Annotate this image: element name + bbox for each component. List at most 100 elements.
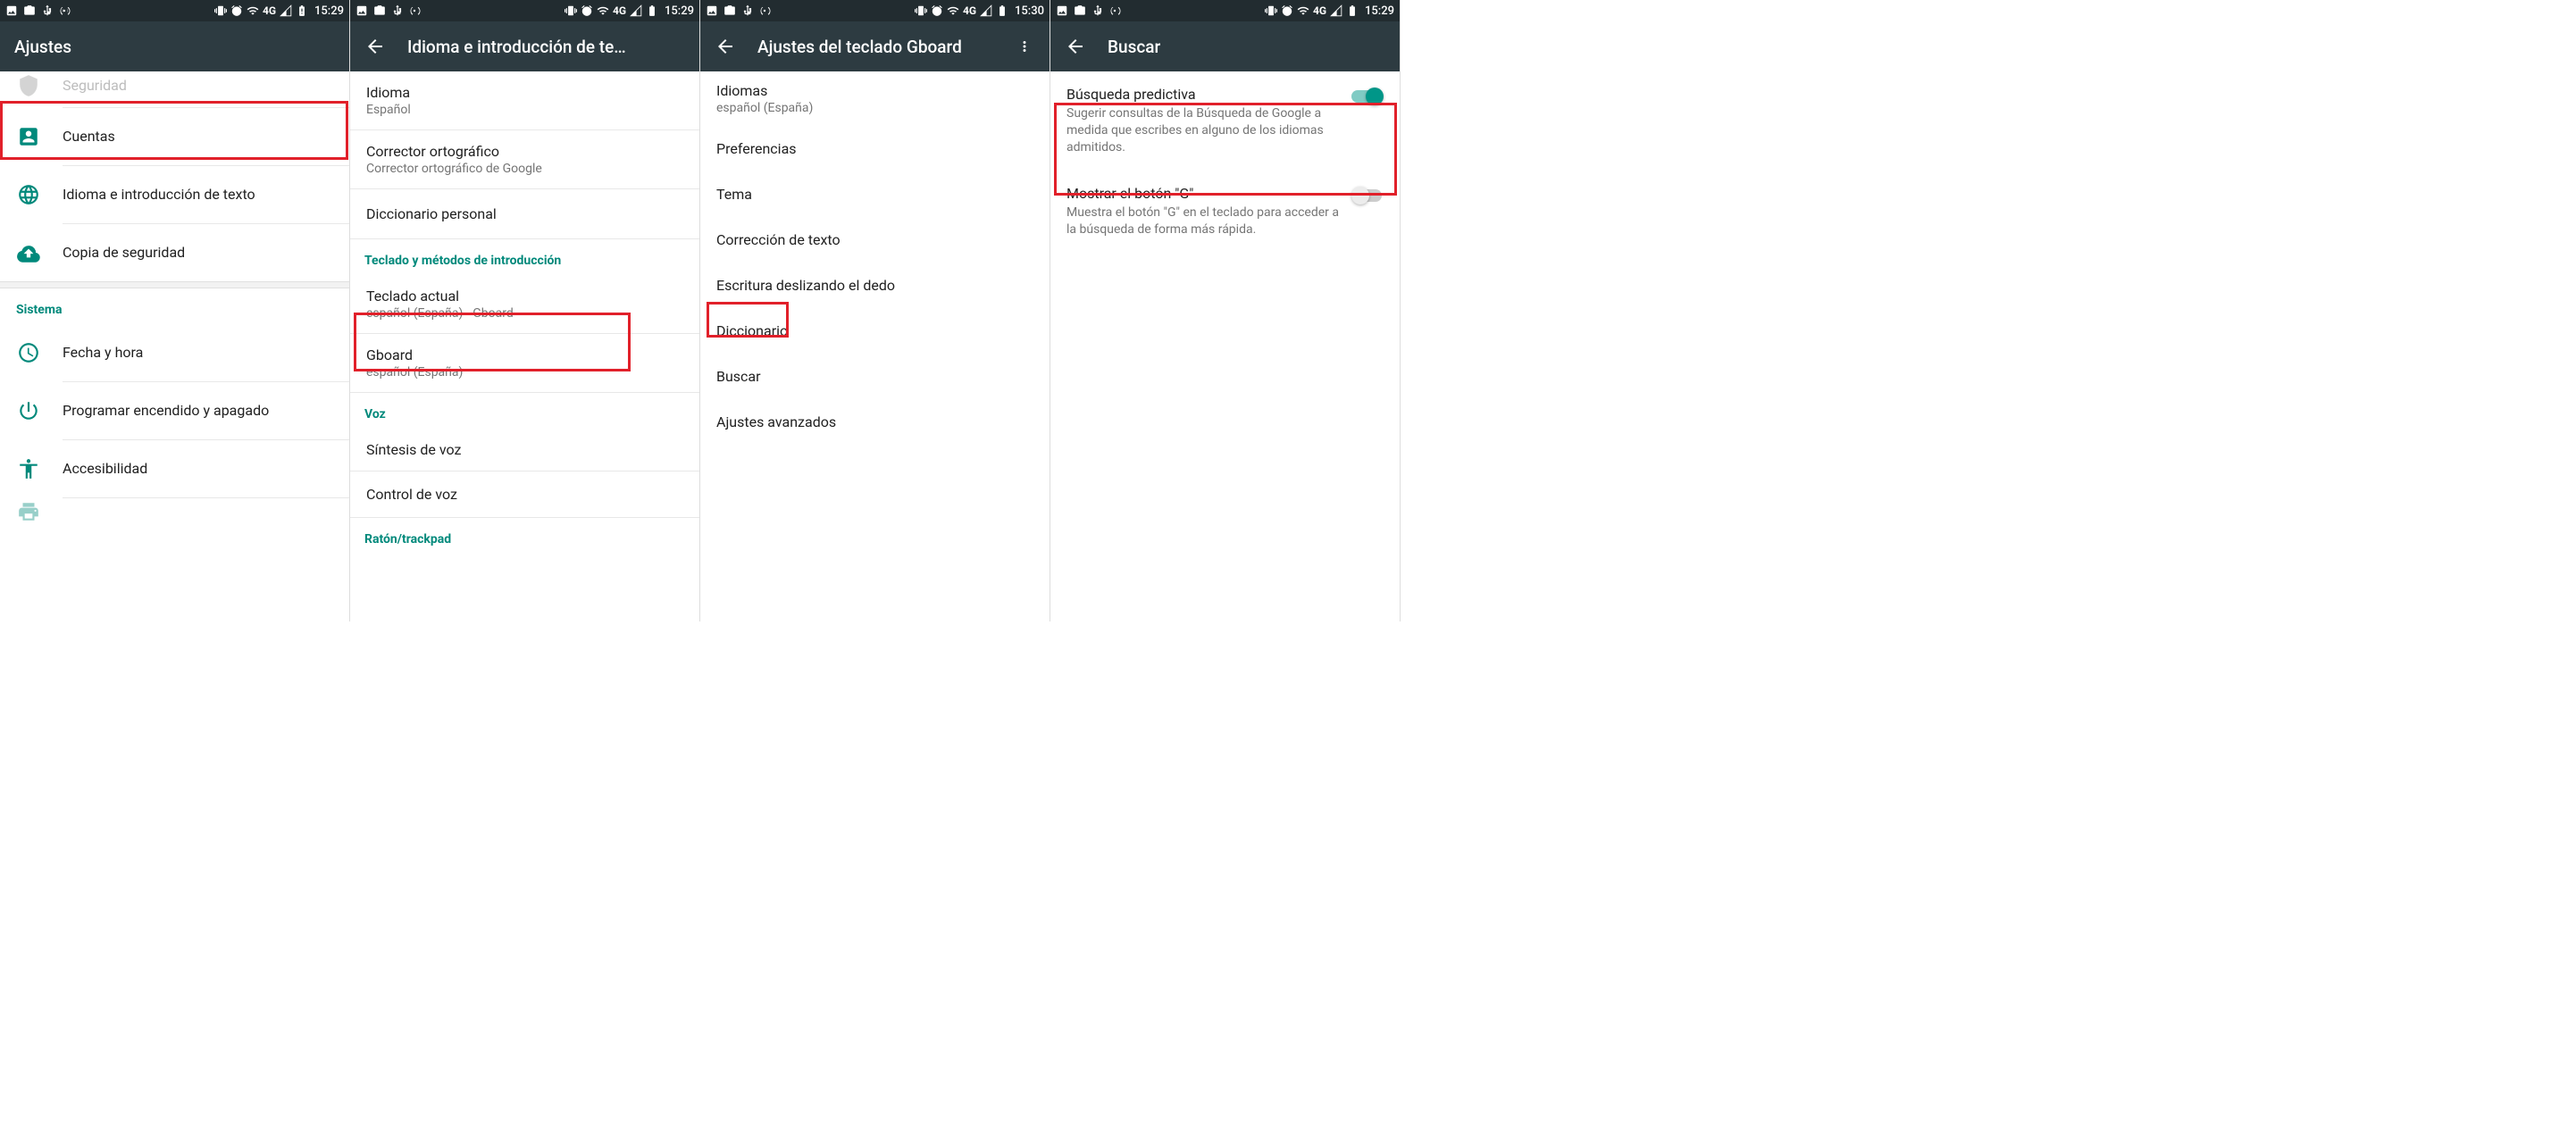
app-bar: Ajustes del teclado Gboard xyxy=(700,21,1050,71)
signal-icon xyxy=(630,4,642,17)
usb-icon xyxy=(741,4,754,17)
network-label: 4G xyxy=(613,4,626,17)
signal-icon xyxy=(1330,4,1342,17)
item-sub: Muestra el botón "G" en el teclado para … xyxy=(1066,204,1341,238)
item-fecha[interactable]: Fecha y hora xyxy=(0,324,349,381)
item-escritura[interactable]: Escritura deslizando el dedo xyxy=(700,263,1050,308)
item-title: Control de voz xyxy=(366,486,683,503)
item-teclado-actual[interactable]: Teclado actual español (España) - Gboard xyxy=(350,275,699,333)
usb-icon xyxy=(41,4,54,17)
item-copia[interactable]: Copia de seguridad xyxy=(0,224,349,281)
tethering-icon xyxy=(759,4,772,17)
item-sub: Sugerir consultas de la Búsqueda de Goog… xyxy=(1066,105,1341,156)
wifi-icon xyxy=(597,4,609,17)
image-icon xyxy=(706,4,718,17)
signal-icon xyxy=(980,4,992,17)
item-seguridad[interactable]: Seguridad xyxy=(0,71,349,107)
usb-icon xyxy=(391,4,404,17)
item-title: Diccionario personal xyxy=(366,205,683,222)
item-title: Idioma xyxy=(366,84,683,101)
alarm-icon xyxy=(1281,4,1293,17)
account-icon xyxy=(16,124,41,149)
back-button[interactable] xyxy=(364,36,386,57)
camera-icon xyxy=(373,4,386,17)
item-idiomas[interactable]: Idiomas español (España) xyxy=(700,71,1050,126)
item-gboard[interactable]: Gboard español (España) xyxy=(350,334,699,392)
item-predictiva[interactable]: Búsqueda predictiva Sugerir consultas de… xyxy=(1050,71,1400,171)
page-title: Idioma e introducción de te… xyxy=(407,37,685,57)
vibrate-icon xyxy=(565,4,577,17)
alarm-icon xyxy=(931,4,943,17)
battery-icon xyxy=(1346,4,1359,17)
item-sintesis[interactable]: Síntesis de voz xyxy=(350,429,699,471)
item-buscar[interactable]: Buscar xyxy=(700,354,1050,399)
item-label: Seguridad xyxy=(63,77,335,96)
item-label: Programar encendido y apagado xyxy=(63,402,335,421)
item-accesibilidad[interactable]: Accesibilidad xyxy=(0,440,349,497)
network-label: 4G xyxy=(963,4,976,17)
vibrate-icon xyxy=(1265,4,1277,17)
switch-mostrar-g[interactable] xyxy=(1351,187,1384,204)
item-sub: Español xyxy=(366,103,683,117)
item-sub: Corrector ortográfico de Google xyxy=(366,162,683,176)
item-label: Idioma e introducción de texto xyxy=(63,186,335,204)
back-button[interactable] xyxy=(715,36,736,57)
usb-icon xyxy=(1091,4,1104,17)
section-sistema: Sistema xyxy=(0,288,349,324)
screen-buscar: 4G 15:29 Buscar Búsqueda predictiva Suge… xyxy=(1050,0,1401,622)
screen-idioma: 4G 15:29 Idioma e introducción de te… Id… xyxy=(350,0,700,622)
item-idioma[interactable]: Idioma e introducción de texto xyxy=(0,166,349,223)
item-title: Mostrar el botón "G" xyxy=(1066,185,1341,202)
section-raton: Ratón/trackpad xyxy=(350,518,699,554)
screen-ajustes: 4G 15:29 Ajustes Seguridad Cuentas Idiom… xyxy=(0,0,350,622)
item-tema[interactable]: Tema xyxy=(700,171,1050,217)
alarm-icon xyxy=(581,4,593,17)
item-label: Fecha y hora xyxy=(63,344,335,363)
status-time: 15:30 xyxy=(1015,4,1044,18)
camera-icon xyxy=(1074,4,1086,17)
item-preferencias[interactable]: Preferencias xyxy=(700,126,1050,171)
vibrate-icon xyxy=(915,4,927,17)
battery-icon xyxy=(996,4,1008,17)
image-icon xyxy=(355,4,368,17)
power-icon xyxy=(16,398,41,423)
item-title: Teclado actual xyxy=(366,288,683,305)
item-control[interactable]: Control de voz xyxy=(350,471,699,517)
image-icon xyxy=(1056,4,1068,17)
signal-icon xyxy=(280,4,292,17)
camera-icon xyxy=(23,4,36,17)
app-bar: Idioma e introducción de te… xyxy=(350,21,699,71)
battery-icon xyxy=(296,4,308,17)
switch-predictiva[interactable] xyxy=(1351,88,1384,105)
item-programar[interactable]: Programar encendido y apagado xyxy=(0,382,349,439)
tethering-icon xyxy=(59,4,71,17)
print-icon xyxy=(16,499,41,524)
battery-icon xyxy=(646,4,658,17)
item-cut[interactable] xyxy=(0,498,349,525)
item-avanzados[interactable]: Ajustes avanzados xyxy=(700,399,1050,445)
page-title: Ajustes xyxy=(14,37,335,57)
item-diccionario[interactable]: Diccionario xyxy=(700,308,1050,354)
item-cuentas[interactable]: Cuentas xyxy=(0,108,349,165)
item-corrector[interactable]: Corrector ortográfico Corrector ortográf… xyxy=(350,130,699,188)
item-diccionario[interactable]: Diccionario personal xyxy=(350,189,699,238)
alarm-icon xyxy=(230,4,243,17)
vibrate-icon xyxy=(214,4,227,17)
image-icon xyxy=(5,4,18,17)
back-button[interactable] xyxy=(1065,36,1086,57)
wifi-icon xyxy=(247,4,259,17)
item-sub: español (España) - Gboard xyxy=(366,306,683,321)
item-idioma[interactable]: Idioma Español xyxy=(350,71,699,129)
page-title: Ajustes del teclado Gboard xyxy=(757,37,992,57)
item-title: Corrector ortográfico xyxy=(366,143,683,160)
item-mostrar-g[interactable]: Mostrar el botón "G" Muestra el botón "G… xyxy=(1050,171,1400,253)
accessibility-icon xyxy=(16,456,41,481)
status-time: 15:29 xyxy=(665,4,694,18)
section-teclado: Teclado y métodos de introducción xyxy=(350,239,699,275)
item-label: Copia de seguridad xyxy=(63,244,335,263)
more-button[interactable] xyxy=(1014,36,1035,57)
section-voz: Voz xyxy=(350,393,699,429)
item-correcion[interactable]: Corrección de texto xyxy=(700,217,1050,263)
globe-icon xyxy=(16,182,41,207)
network-label: 4G xyxy=(1313,4,1326,17)
